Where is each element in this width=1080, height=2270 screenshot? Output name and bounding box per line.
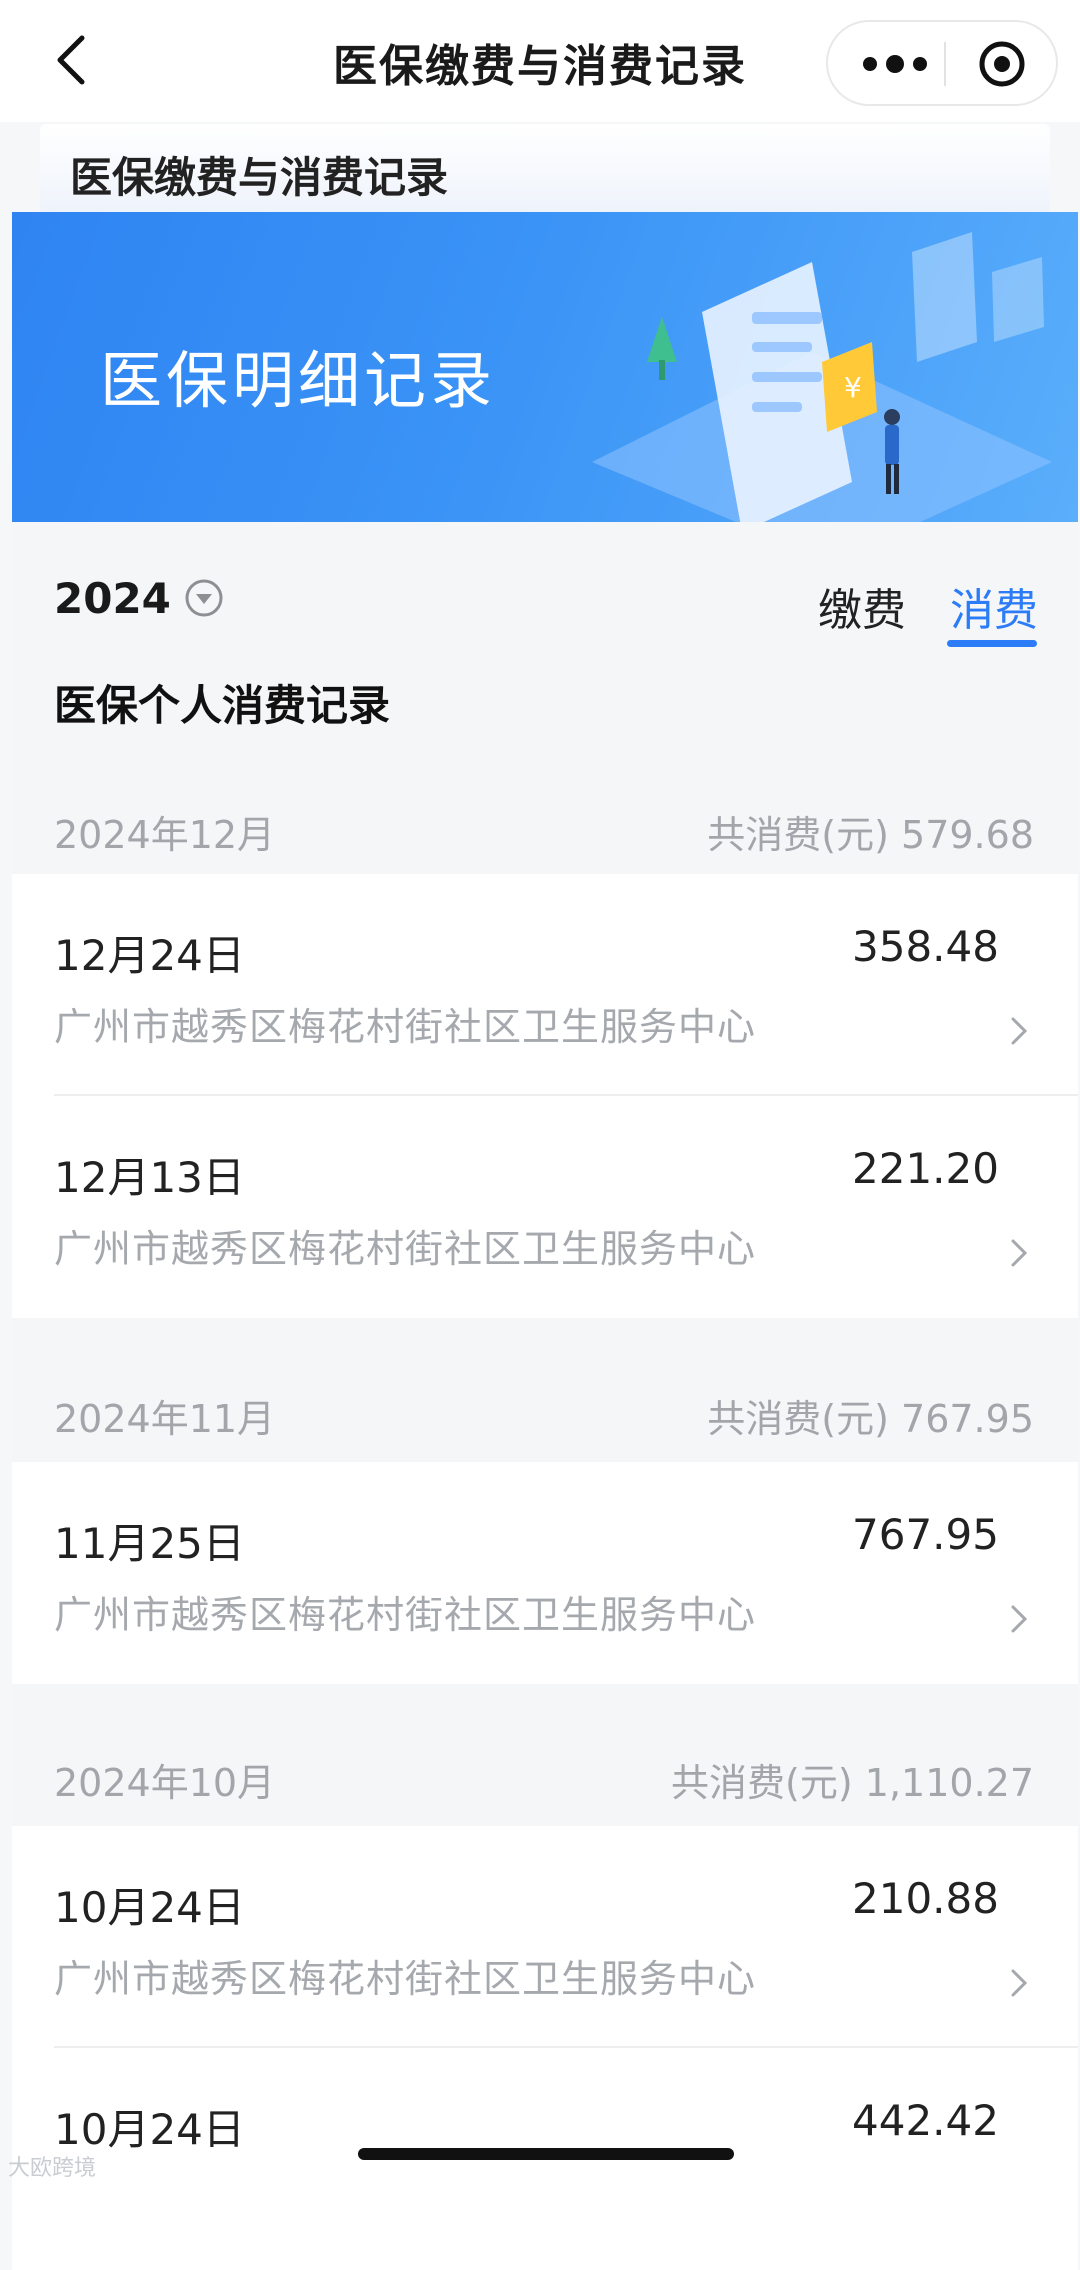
banner-title: 医保明细记录 [100, 344, 497, 417]
records-panel: 2024 缴费 消费 医保个人消费记录 2024年12月 共消费(元) 579.… [12, 522, 1078, 2270]
record-amount: 210.88 [852, 1874, 999, 1923]
more-dots-icon[interactable] [860, 52, 930, 76]
chevron-down-circle-icon[interactable] [184, 578, 224, 618]
record-amount: 358.48 [852, 922, 999, 971]
record-date: 10月24日 [54, 1883, 245, 1932]
tab-consumption[interactable]: 消费 [950, 574, 1038, 638]
record-place: 广州市越秀区梅花村街社区卫生服务中心 [54, 1005, 757, 1049]
record-place: 广州市越秀区梅花村街社区卫生服务中心 [54, 1227, 757, 1271]
mini-program-capsule [826, 20, 1058, 106]
top-nav-bar: 医保缴费与消费记录 [0, 0, 1080, 122]
record-row[interactable]: 12月24日 358.48 广州市越秀区梅花村街社区卫生服务中心 [12, 874, 1078, 1096]
month-label: 2024年11月 [54, 1397, 276, 1441]
month-label: 2024年12月 [54, 813, 276, 857]
section-title: 医保个人消费记录 [54, 681, 391, 730]
chevron-right-icon [1011, 1017, 1028, 1045]
year-selector[interactable]: 2024 [54, 574, 171, 623]
chevron-right-icon [1011, 1239, 1028, 1267]
month-header: 2024年11月 共消费(元) 767.95 [12, 1358, 1078, 1458]
record-amount: 767.95 [852, 1510, 999, 1559]
page-header-title: 医保缴费与消费记录 [70, 153, 449, 202]
record-date: 11月25日 [54, 1519, 245, 1568]
chevron-right-icon [1011, 1969, 1028, 1997]
banner-illustration: ¥ [592, 232, 1052, 522]
home-indicator [358, 2148, 734, 2160]
month-total: 共消费(元) 1,110.27 [671, 1761, 1034, 1805]
tab-payment[interactable]: 缴费 [818, 574, 906, 638]
svg-text:¥: ¥ [844, 371, 862, 404]
record-place: 广州市越秀区梅花村街社区卫生服务中心 [54, 1593, 757, 1637]
month-total: 共消费(元) 579.68 [707, 813, 1034, 857]
watermark: 大欧跨境 [8, 2156, 97, 2181]
month-label: 2024年10月 [54, 1761, 276, 1805]
month-header: 2024年10月 共消费(元) 1,110.27 [12, 1722, 1078, 1822]
filter-row: 2024 缴费 消费 [12, 522, 1078, 652]
chevron-right-icon [1011, 1605, 1028, 1633]
record-amount: 442.42 [852, 2096, 999, 2145]
capsule-divider [944, 42, 946, 86]
record-place: 广州市越秀区梅花村街社区卫生服务中心 [54, 1957, 757, 2001]
target-circle-icon[interactable] [978, 40, 1026, 88]
record-row[interactable]: 10月24日 210.88 广州市越秀区梅花村街社区卫生服务中心 [12, 1826, 1078, 2048]
banner: 医保明细记录 ¥ [12, 212, 1078, 522]
month-total: 共消费(元) 767.95 [707, 1397, 1034, 1441]
record-date: 10月24日 [54, 2105, 245, 2154]
page-header: 医保缴费与消费记录 [40, 124, 1050, 214]
record-amount: 221.20 [852, 1144, 999, 1193]
month-header: 2024年12月 共消费(元) 579.68 [12, 774, 1078, 874]
active-tab-indicator [947, 640, 1037, 647]
record-row[interactable]: 11月25日 767.95 广州市越秀区梅花村街社区卫生服务中心 [12, 1462, 1078, 1684]
record-date: 12月13日 [54, 1153, 245, 1202]
record-date: 12月24日 [54, 931, 245, 980]
record-row[interactable]: 12月13日 221.20 广州市越秀区梅花村街社区卫生服务中心 [12, 1096, 1078, 1318]
